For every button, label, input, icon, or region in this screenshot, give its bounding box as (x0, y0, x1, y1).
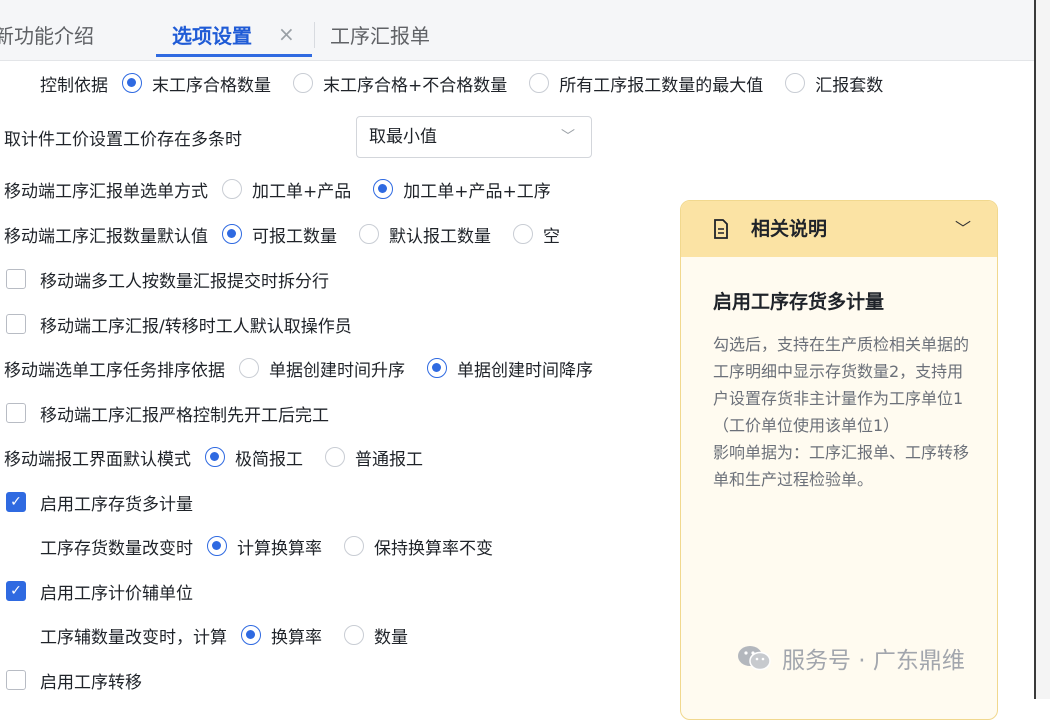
price-setting-row: 取计件工价设置工价存在多条时 (4, 122, 242, 152)
inv-qty-change-option-1[interactable]: 计算换算率 (207, 534, 322, 559)
radio-icon[interactable] (325, 447, 345, 467)
radio-checked-icon[interactable] (241, 625, 261, 645)
qty-default-option-3[interactable]: 空 (513, 222, 560, 247)
radio-icon[interactable] (529, 73, 550, 93)
radio-icon[interactable] (359, 224, 379, 244)
task-sort-label: 移动端选单工序任务排序依据 (4, 360, 225, 381)
aux-qty-change-row: 工序辅数量改变时，计算 换算率 数量 (40, 620, 408, 650)
control-basis-option-2[interactable]: 末工序合格+不合格数量 (293, 71, 507, 96)
radio-icon[interactable] (513, 224, 533, 244)
select-mode-option-1[interactable]: 加工单+产品 (222, 177, 351, 202)
aux-unit-label: 启用工序计价辅单位 (40, 583, 193, 604)
checkbox-checked-icon[interactable]: ✓ (6, 581, 26, 601)
transfer-label: 启用工序转移 (40, 672, 142, 693)
multi-worker-split-label: 移动端多工人按数量汇报提交时拆分行 (40, 271, 329, 292)
multi-unit-row[interactable]: ✓ 启用工序存货多计量 (6, 487, 193, 517)
watermark: 服务号 · 广东鼎维 (736, 638, 965, 678)
info-panel-body: 勾选后，支持在生产质检相关单据的工序明细中显示存货数量2，支持用户设置存货非主计… (713, 331, 969, 493)
radio-checked-icon[interactable] (122, 73, 142, 93)
checkbox-checked-icon[interactable]: ✓ (6, 492, 26, 512)
tab-divider (314, 22, 315, 48)
default-operator-label: 移动端工序汇报/转移时工人默认取操作员 (40, 316, 352, 337)
radio-icon[interactable] (293, 73, 313, 93)
chevron-down-icon: ﹀ (561, 129, 575, 145)
control-basis-row: 控制依据 末工序合格数量 末工序合格+不合格数量 所有工序报工数量的最大值 汇报… (40, 68, 883, 98)
radio-icon[interactable] (785, 73, 806, 93)
select-mode-label: 移动端工序汇报单选单方式 (4, 181, 208, 202)
info-panel-text-2: 影响单据为：工序汇报单、工序转移单和生产过程检验单。 (713, 443, 970, 489)
task-sort-option-2[interactable]: 单据创建时间降序 (427, 356, 593, 381)
aux-unit-row[interactable]: ✓ 启用工序计价辅单位 (6, 576, 193, 606)
qty-default-row: 移动端工序汇报数量默认值 可报工数量 默认报工数量 空 (4, 219, 560, 249)
radio-checked-icon[interactable] (222, 224, 242, 244)
inv-qty-change-row: 工序存货数量改变时 计算换算率 保持换算率不变 (40, 531, 493, 561)
outer-margin (1036, 0, 1050, 699)
price-setting-select[interactable]: 取最小值 ﹀ (356, 116, 592, 158)
radio-icon[interactable] (344, 536, 364, 556)
window-border (1034, 0, 1036, 699)
tab-option-settings[interactable]: 选项设置 (172, 0, 252, 60)
control-basis-option-1[interactable]: 末工序合格数量 (122, 71, 271, 96)
checkbox-icon[interactable] (6, 670, 26, 690)
default-operator-row[interactable]: 移动端工序汇报/转移时工人默认取操作员 (6, 309, 352, 339)
radio-checked-icon[interactable] (427, 358, 447, 378)
report-mode-row: 移动端报工界面默认模式 极简报工 普通报工 (4, 442, 423, 472)
multi-worker-split-row[interactable]: 移动端多工人按数量汇报提交时拆分行 (6, 264, 329, 294)
report-mode-option-1[interactable]: 极简报工 (205, 445, 303, 470)
task-sort-row: 移动端选单工序任务排序依据 单据创建时间升序 单据创建时间降序 (4, 353, 593, 383)
document-icon (714, 219, 728, 239)
chevron-down-icon[interactable]: ﹀ (955, 201, 971, 257)
strict-control-label: 移动端工序汇报严格控制先开工后完工 (40, 405, 329, 426)
qty-default-label: 移动端工序汇报数量默认值 (4, 226, 208, 247)
qty-default-option-2[interactable]: 默认报工数量 (359, 222, 491, 247)
info-panel-subtitle: 启用工序存货多计量 (713, 291, 885, 313)
watermark-text: 服务号 · 广东鼎维 (782, 648, 965, 674)
radio-icon[interactable] (222, 179, 242, 199)
strict-control-row[interactable]: 移动端工序汇报严格控制先开工后完工 (6, 398, 329, 428)
radio-checked-icon[interactable] (373, 179, 394, 199)
multi-unit-label: 启用工序存货多计量 (40, 494, 193, 515)
radio-checked-icon[interactable] (207, 536, 227, 556)
price-setting-value: 取最小值 (369, 127, 437, 147)
aux-qty-change-option-2[interactable]: 数量 (344, 623, 408, 648)
tab-process-report[interactable]: 工序汇报单 (330, 0, 430, 60)
control-basis-label: 控制依据 (40, 75, 108, 96)
tab-new-features[interactable]: 新功能介绍 (0, 0, 94, 60)
qty-default-option-1[interactable]: 可报工数量 (222, 222, 337, 247)
report-mode-label: 移动端报工界面默认模式 (4, 449, 191, 470)
inv-qty-change-label: 工序存货数量改变时 (40, 538, 193, 559)
aux-qty-change-option-1[interactable]: 换算率 (241, 623, 322, 648)
checkbox-icon[interactable] (6, 269, 26, 289)
info-panel-header[interactable]: 相关说明 ﹀ (681, 201, 997, 257)
radio-checked-icon[interactable] (205, 447, 225, 467)
inv-qty-change-option-2[interactable]: 保持换算率不变 (344, 534, 493, 559)
report-mode-option-2[interactable]: 普通报工 (325, 445, 423, 470)
price-setting-label: 取计件工价设置工价存在多条时 (4, 129, 242, 150)
aux-qty-change-label: 工序辅数量改变时，计算 (40, 627, 227, 648)
tab-bar: 新功能介绍 选项设置 × 工序汇报单 (0, 0, 1034, 61)
select-mode-row: 移动端工序汇报单选单方式 加工单+产品 加工单+产品+工序 (4, 174, 551, 204)
radio-icon[interactable] (344, 625, 364, 645)
info-panel-text: 勾选后，支持在生产质检相关单据的工序明细中显示存货数量2，支持用户设置存货非主计… (713, 335, 970, 435)
control-basis-option-3[interactable]: 所有工序报工数量的最大值 (529, 71, 763, 96)
active-tab-indicator (156, 54, 312, 57)
close-icon[interactable]: × (278, 24, 295, 44)
transfer-row[interactable]: 启用工序转移 (6, 665, 142, 695)
control-basis-option-4[interactable]: 汇报套数 (785, 71, 883, 96)
checkbox-icon[interactable] (6, 403, 26, 423)
info-panel-title: 相关说明 (751, 218, 828, 240)
radio-icon[interactable] (239, 358, 259, 378)
task-sort-option-1[interactable]: 单据创建时间升序 (239, 356, 405, 381)
checkbox-icon[interactable] (6, 314, 26, 334)
wechat-icon (738, 646, 771, 671)
select-mode-option-2[interactable]: 加工单+产品+工序 (373, 177, 551, 202)
